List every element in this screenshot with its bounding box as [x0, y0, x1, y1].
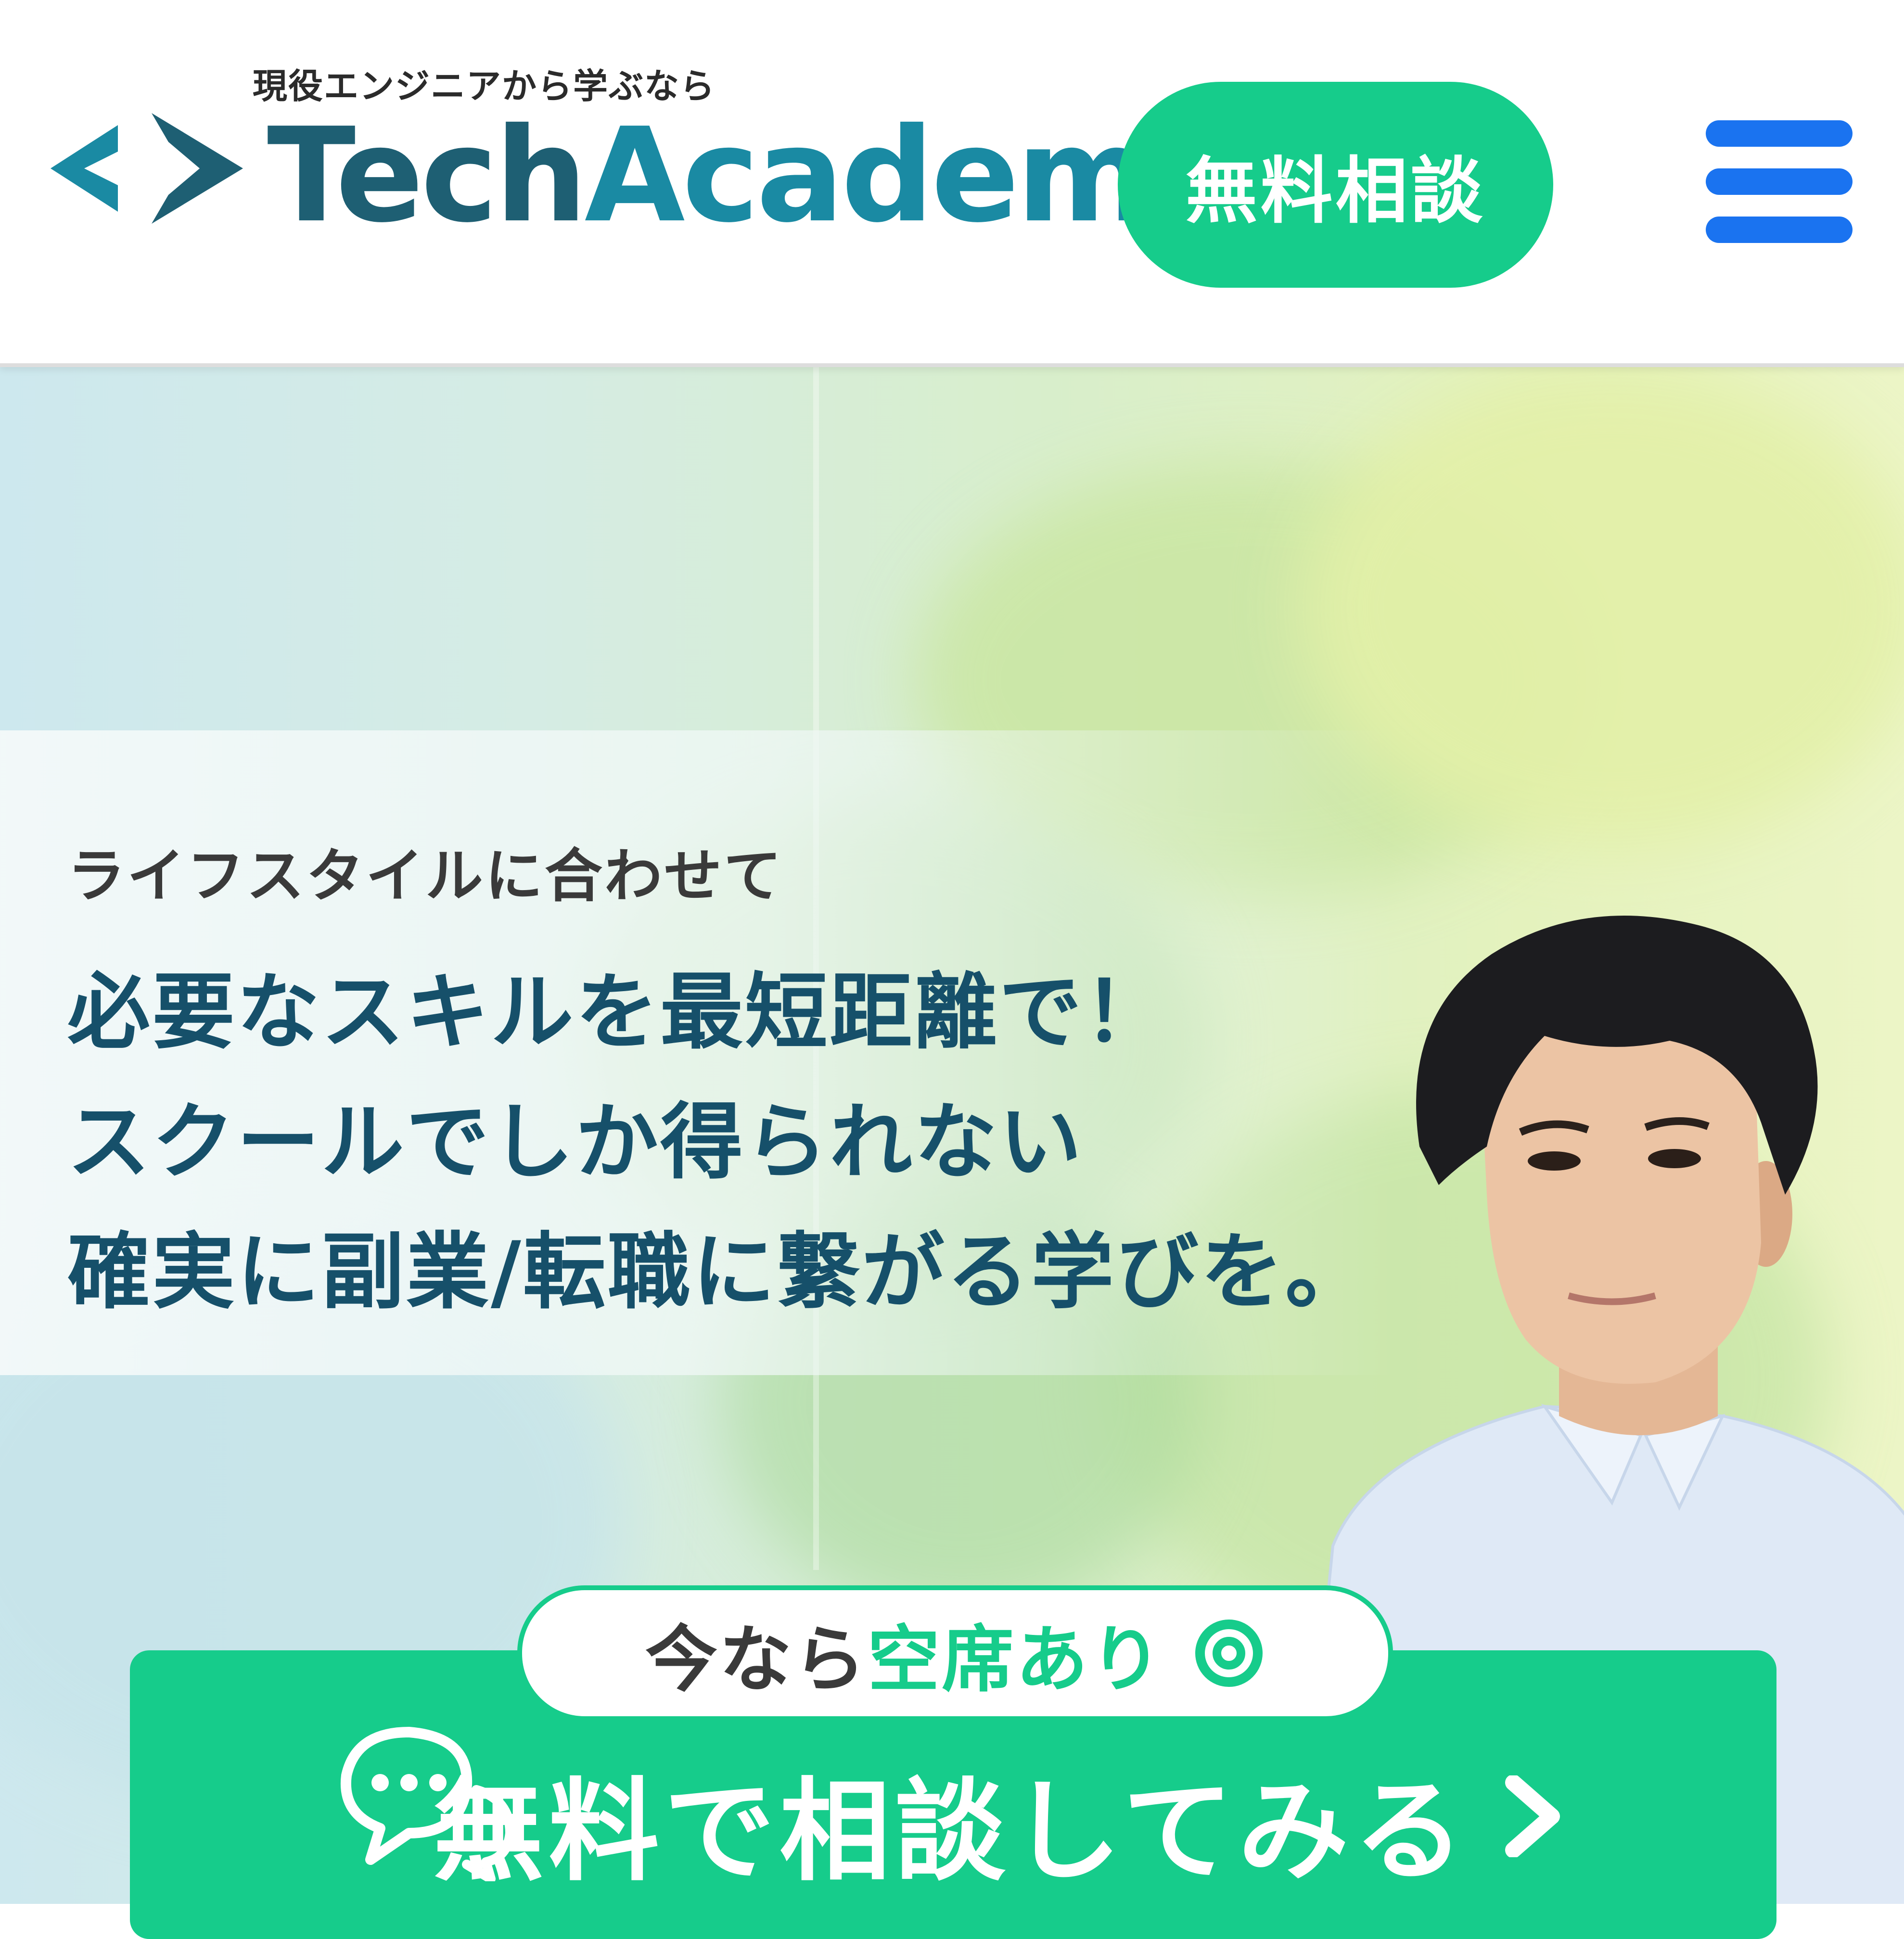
logo-tech-text: Tech	[267, 100, 588, 251]
site-header: 現役エンジニアから学ぶなら TechAcademy 無料相談	[0, 0, 1904, 367]
logo-mark-icon	[51, 113, 243, 224]
double-circle-icon	[1195, 1620, 1263, 1687]
chevron-right-icon	[1505, 1775, 1560, 1857]
cta-main-label: 無料で相談してみる	[433, 1768, 1470, 1896]
availability-badge: 今なら 空席あり	[517, 1585, 1393, 1721]
hero-headline-line: 必要なスキルを最短距離で！	[67, 964, 1168, 1060]
hero-headline-line: スクールでしか得られない	[67, 1094, 1084, 1190]
hero-headline-line: 確実に副業/転職に繋がる学びを。	[67, 1224, 1370, 1320]
hero-subheading: ライフスタイルに合わせて	[67, 843, 783, 910]
badge-highlight: 空席あり	[868, 1618, 1164, 1702]
free-consultation-header-button[interactable]: 無料相談	[1118, 82, 1553, 288]
logo-wordmark: TechAcademy	[267, 111, 1234, 241]
hamburger-menu-icon[interactable]	[1706, 120, 1853, 243]
techacademy-logo[interactable]: 現役エンジニアから学ぶなら TechAcademy	[51, 48, 1234, 250]
badge-prefix: 今なら	[645, 1618, 868, 1702]
